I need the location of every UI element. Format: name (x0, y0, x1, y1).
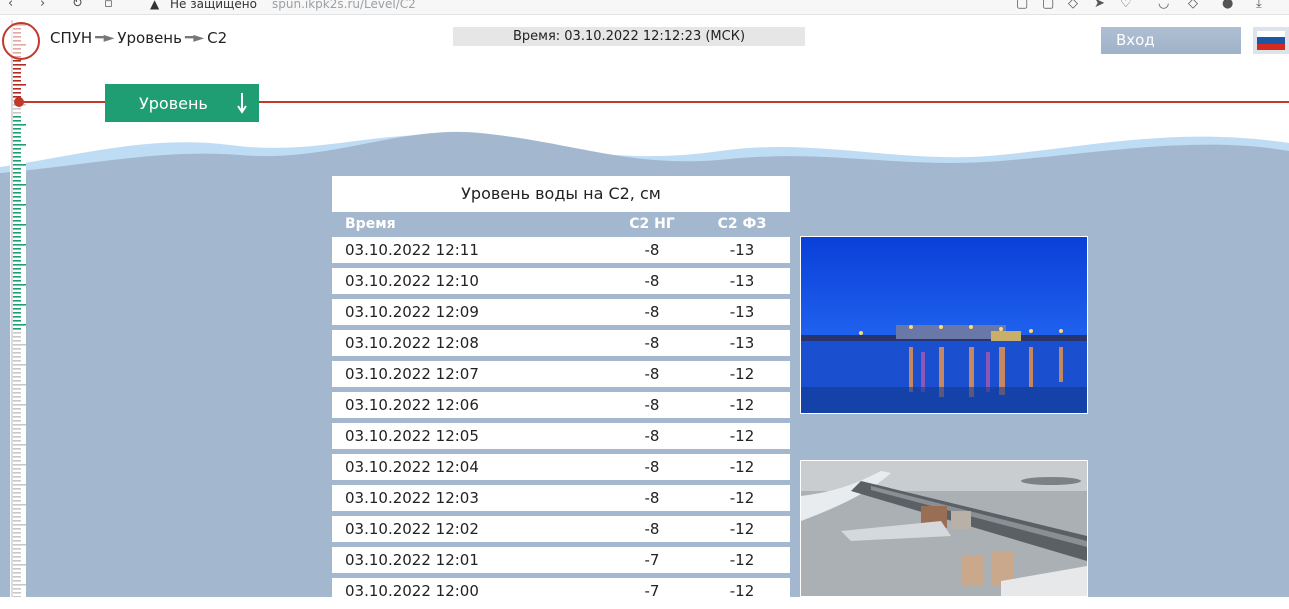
breadcrumb-item-current: С2 (207, 29, 228, 47)
profile-icon[interactable]: ● (1222, 0, 1233, 13)
cell-ng: -8 (644, 334, 660, 352)
cell-ng: -7 (644, 551, 660, 569)
cell-fz: -12 (729, 551, 755, 569)
breadcrumb-item-home[interactable]: СПУН (50, 29, 92, 47)
cell-ng: -8 (644, 458, 660, 476)
arrow-right-icon: ━► (95, 30, 115, 46)
cell-ng: -7 (644, 582, 660, 600)
share-icon[interactable]: ▢ (1016, 0, 1028, 13)
cell-time: 03.10.2022 12:08 (345, 334, 479, 352)
downloads-icon[interactable]: ⤓ (1256, 0, 1262, 13)
cell-time: 03.10.2022 12:09 (345, 303, 479, 321)
dam-aerial-photo (800, 460, 1088, 597)
arrow-down-icon (237, 93, 247, 114)
security-label[interactable]: Не защищено (170, 0, 257, 13)
logo-icon (2, 22, 40, 60)
dam-night-photo (800, 236, 1088, 414)
cell-time: 03.10.2022 12:11 (345, 241, 479, 259)
table-row: 03.10.2022 12:07 -8 -12 (332, 361, 790, 387)
breadcrumb: СПУН ━► Уровень ━► С2 (50, 29, 227, 47)
table-row: 03.10.2022 12:05 -8 -12 (332, 423, 790, 449)
table-row: 03.10.2022 12:11 -8 -13 (332, 237, 790, 263)
table-row: 03.10.2022 12:08 -8 -13 (332, 330, 790, 356)
screenshot-icon[interactable]: ▢ (1042, 0, 1054, 13)
table-row: 03.10.2022 12:01 -7 -12 (332, 547, 790, 573)
column-header-fz: С2 ФЗ (717, 216, 767, 232)
cell-fz: -12 (729, 458, 755, 476)
cell-time: 03.10.2022 12:01 (345, 551, 479, 569)
cell-fz: -13 (729, 272, 755, 290)
login-button[interactable]: Вход (1101, 27, 1241, 54)
table-row: 03.10.2022 12:09 -8 -13 (332, 299, 790, 325)
language-selector[interactable] (1253, 27, 1289, 54)
extensions-icon[interactable]: ◇ (1188, 0, 1198, 13)
cell-ng: -8 (644, 303, 660, 321)
security-warning-icon[interactable]: ▲ (150, 0, 159, 13)
russia-flag-icon (1257, 31, 1285, 50)
table-row: 03.10.2022 12:04 -8 -12 (332, 454, 790, 480)
column-header-time: Время (345, 216, 396, 232)
cell-fz: -13 (729, 303, 755, 321)
cell-fz: -12 (729, 365, 755, 383)
cell-time: 03.10.2022 12:05 (345, 427, 479, 445)
cell-fz: -12 (729, 427, 755, 445)
cell-time: 03.10.2022 12:10 (345, 272, 479, 290)
breadcrumb-item-level[interactable]: Уровень (117, 29, 182, 47)
favorite-icon[interactable]: ♡ (1120, 0, 1132, 13)
table-row: 03.10.2022 12:10 -8 -13 (332, 268, 790, 294)
cell-ng: -8 (644, 520, 660, 538)
cart-icon[interactable]: ◡ (1158, 0, 1169, 13)
level-marker (14, 97, 24, 107)
cell-fz: -13 (729, 334, 755, 352)
cell-ng: -8 (644, 489, 660, 507)
back-icon[interactable]: ‹ (8, 0, 13, 13)
cell-time: 03.10.2022 12:07 (345, 365, 479, 383)
cell-ng: -8 (644, 241, 660, 259)
current-time: Время: 03.10.2022 12:12:23 (МСК) (453, 27, 805, 46)
table-row: 03.10.2022 12:00 -7 -12 (332, 578, 790, 604)
cell-ng: -8 (644, 272, 660, 290)
level-button-label: Уровень (139, 93, 208, 113)
cell-time: 03.10.2022 12:04 (345, 458, 479, 476)
reload-icon[interactable]: ↻ (72, 0, 83, 13)
cell-time: 03.10.2022 12:06 (345, 396, 479, 414)
cell-ng: -8 (644, 427, 660, 445)
table-row: 03.10.2022 12:02 -8 -12 (332, 516, 790, 542)
cell-fz: -12 (729, 396, 755, 414)
table-row: 03.10.2022 12:03 -8 -12 (332, 485, 790, 511)
cell-fz: -12 (729, 582, 755, 600)
tabs-icon[interactable]: ▫ (104, 0, 113, 13)
level-dropdown-button[interactable]: Уровень (105, 84, 259, 122)
water-level-table: Уровень воды на С2, см Время С2 НГ С2 ФЗ… (332, 176, 790, 609)
cell-ng: -8 (644, 396, 660, 414)
table-row: 03.10.2022 12:06 -8 -12 (332, 392, 790, 418)
arrow-right-icon: ━► (184, 30, 205, 46)
cell-time: 03.10.2022 12:03 (345, 489, 479, 507)
address-bar[interactable]: spun.ikpk2s.ru/Level/C2 (272, 0, 416, 13)
cell-fz: -12 (729, 489, 755, 507)
send-icon[interactable]: ➤ (1094, 0, 1105, 13)
cell-fz: -13 (729, 241, 755, 259)
shield-icon[interactable]: ◇ (1068, 0, 1078, 13)
cell-ng: -8 (644, 365, 660, 383)
table-header: Время С2 НГ С2 ФЗ (332, 212, 790, 236)
column-header-ng: С2 НГ (629, 216, 675, 232)
cell-time: 03.10.2022 12:02 (345, 520, 479, 538)
cell-fz: -12 (729, 520, 755, 538)
forward-icon[interactable]: › (40, 0, 45, 13)
cell-time: 03.10.2022 12:00 (345, 582, 479, 600)
browser-toolbar: ‹ › ↻ ▫ ▲ Не защищено spun.ikpk2s.ru/Lev… (0, 0, 1289, 15)
table-title: Уровень воды на С2, см (332, 176, 790, 212)
